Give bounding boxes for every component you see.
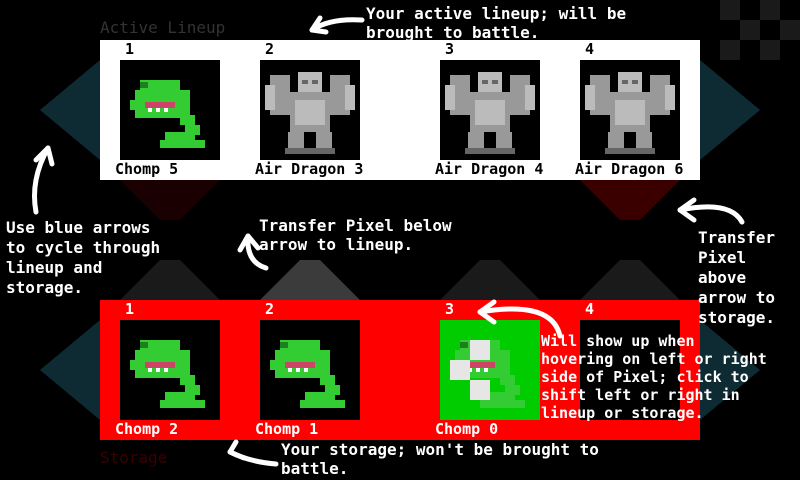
active-lineup-title: Active Lineup (100, 18, 226, 37)
active-lineup-panel: 1 2 3 4 Chomp 5 Air Dragon 3 Air Dragon … (100, 40, 700, 180)
pixel-name: Chomp 1 (255, 420, 319, 438)
storage-slot-1[interactable] (120, 320, 220, 420)
storage-title: Storage (100, 448, 168, 467)
pixel-name: Air Dragon 6 (575, 160, 684, 178)
pixel-name: Chomp 5 (115, 160, 179, 178)
transfer-below-note: Transfer Pixel below arrow to lineup. (259, 216, 452, 254)
slot-number: 1 (125, 300, 135, 318)
transfer-above-note: Transfer Pixel above arrow to storage. (698, 228, 776, 327)
slot-number: 3 (445, 40, 455, 58)
slot-number: 2 (265, 300, 275, 318)
shift-left-indicator-icon[interactable] (440, 320, 540, 420)
slot-number: 2 (265, 40, 275, 58)
active-lineup-note: Your active lineup; will be brought to b… (366, 4, 627, 42)
lineup-slot-4[interactable] (580, 60, 680, 160)
slot-number: 4 (585, 300, 595, 318)
transfer-to-lineup-arrow-dim2[interactable] (440, 260, 540, 300)
pixel-name: Air Dragon 3 (255, 160, 364, 178)
storage-slot-2[interactable] (260, 320, 360, 420)
background-pattern (720, 0, 800, 60)
hover-note: Will show up when hovering on left or ri… (541, 332, 767, 422)
transfer-to-lineup-arrow-dim3[interactable] (580, 260, 680, 300)
transfer-to-storage-arrow[interactable] (580, 180, 680, 220)
lineup-slot-2[interactable] (260, 60, 360, 160)
pixel-name: Air Dragon 4 (435, 160, 544, 178)
plant-icon (270, 340, 345, 408)
pixel-name: Chomp 0 (435, 420, 499, 438)
slot-number: 3 (445, 300, 455, 318)
pixel-name: Chomp 2 (115, 420, 179, 438)
plant-icon (130, 80, 205, 148)
slot-number: 4 (585, 40, 595, 58)
blue-arrows-note: Use blue arrows to cycle through lineup … (6, 218, 161, 297)
transfer-to-lineup-arrow[interactable] (260, 260, 360, 300)
transfer-to-storage-arrow-dim[interactable] (120, 180, 220, 220)
lineup-slot-1[interactable] (120, 60, 220, 160)
gargoyle-icon (265, 72, 355, 154)
storage-slot-3[interactable] (440, 320, 540, 420)
lineup-slot-3[interactable] (440, 60, 540, 160)
plant-icon (130, 340, 205, 408)
storage-note: Your storage; won't be brought to battle… (281, 440, 599, 478)
storage-cycle-left-arrow[interactable] (40, 320, 100, 420)
cycle-right-arrow[interactable] (700, 60, 760, 160)
slot-number: 1 (125, 40, 135, 58)
cycle-left-arrow[interactable] (40, 60, 100, 160)
gargoyle-icon (585, 72, 675, 154)
gargoyle-icon (445, 72, 535, 154)
